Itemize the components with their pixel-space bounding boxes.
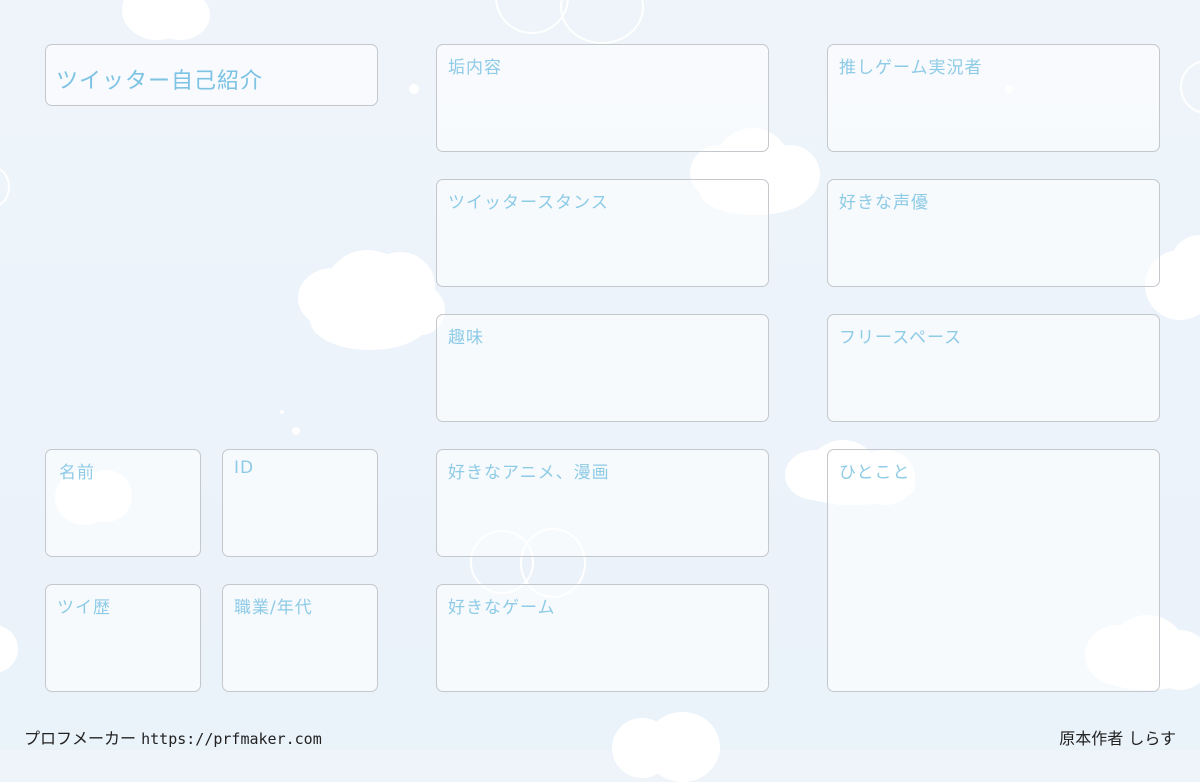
hitokoto-label: ひとこと (839, 463, 911, 483)
voice-actor-label: 好きな声優 (839, 193, 929, 213)
maker-url-link[interactable]: https://prfmaker.com (141, 730, 322, 748)
name-label: 名前 (59, 463, 95, 483)
streamer-label: 推しゲーム実況者 (839, 58, 983, 78)
content-label: 垢内容 (448, 58, 502, 78)
voice-actor-field[interactable]: 好きな声優 (827, 179, 1160, 287)
stance-label: ツイッタースタンス (448, 193, 609, 213)
hitokoto-field[interactable]: ひとこと (827, 449, 1160, 692)
stance-field[interactable]: ツイッタースタンス (436, 179, 769, 287)
twitter-history-label: ツイ歴 (57, 598, 111, 618)
game-label: 好きなゲーム (448, 598, 556, 618)
id-field[interactable]: ID (222, 449, 378, 557)
twitter-history-field[interactable]: ツイ歴 (45, 584, 201, 692)
free-space-field[interactable]: フリースペース (827, 314, 1160, 422)
hobby-label: 趣味 (448, 328, 484, 348)
author-credit: 原本作者 しらす (1059, 725, 1176, 749)
hobby-field[interactable]: 趣味 (436, 314, 769, 422)
author-label: 原本作者 (1059, 729, 1124, 748)
author-name: しらす (1128, 729, 1176, 748)
id-label: ID (234, 458, 255, 478)
title-card: ツイッター自己紹介 (45, 44, 378, 106)
content-field[interactable]: 垢内容 (436, 44, 769, 152)
streamer-field[interactable]: 推しゲーム実況者 (827, 44, 1160, 152)
page-title: ツイッター自己紹介 (56, 69, 264, 94)
anime-manga-label: 好きなアニメ、漫画 (448, 463, 610, 483)
job-age-label: 職業/年代 (234, 598, 313, 618)
free-space-label: フリースペース (839, 328, 963, 348)
job-age-field[interactable]: 職業/年代 (222, 584, 378, 692)
name-field[interactable]: 名前 (45, 449, 201, 557)
anime-manga-field[interactable]: 好きなアニメ、漫画 (436, 449, 769, 557)
maker-credit: プロフメーカー https://prfmaker.com (24, 725, 322, 749)
game-field[interactable]: 好きなゲーム (436, 584, 769, 692)
maker-label: プロフメーカー (24, 729, 137, 748)
